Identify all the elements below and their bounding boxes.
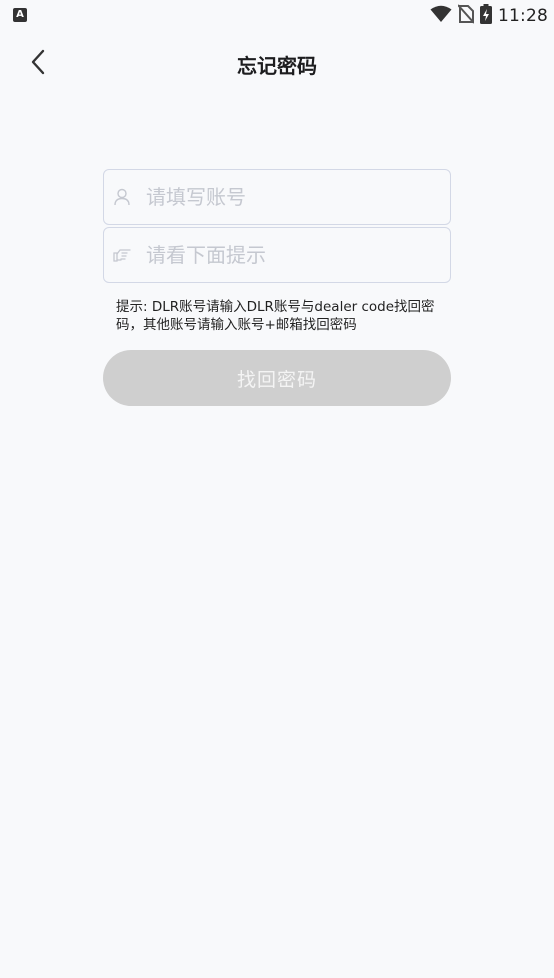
battery-charging-icon <box>480 4 492 28</box>
hint-text: 提示: DLR账号请输入DLR账号与dealer code找回密码，其他账号请输… <box>116 299 435 333</box>
page-title: 忘记密码 <box>237 54 317 78</box>
status-bar: A 11:28 <box>0 0 554 32</box>
hint-input[interactable] <box>146 243 450 267</box>
wifi-icon <box>430 5 452 27</box>
app-notification-icon: A <box>13 8 27 22</box>
retrieve-password-button[interactable]: 找回密码 <box>103 350 451 406</box>
hint-field[interactable] <box>103 227 451 283</box>
status-icons: 11:28 <box>430 4 548 28</box>
no-sim-icon <box>457 4 475 28</box>
forgot-password-screen: A 11:28 忘记密码 请填写账号 请看下面提示 提示: DLR账号请输入DL… <box>0 0 554 978</box>
account-field[interactable] <box>103 169 451 225</box>
clock: 11:28 <box>498 6 548 26</box>
user-icon <box>113 188 131 206</box>
account-input[interactable] <box>146 185 450 209</box>
pointing-hand-icon <box>113 246 131 264</box>
app-header: 忘记密码 <box>0 32 554 92</box>
